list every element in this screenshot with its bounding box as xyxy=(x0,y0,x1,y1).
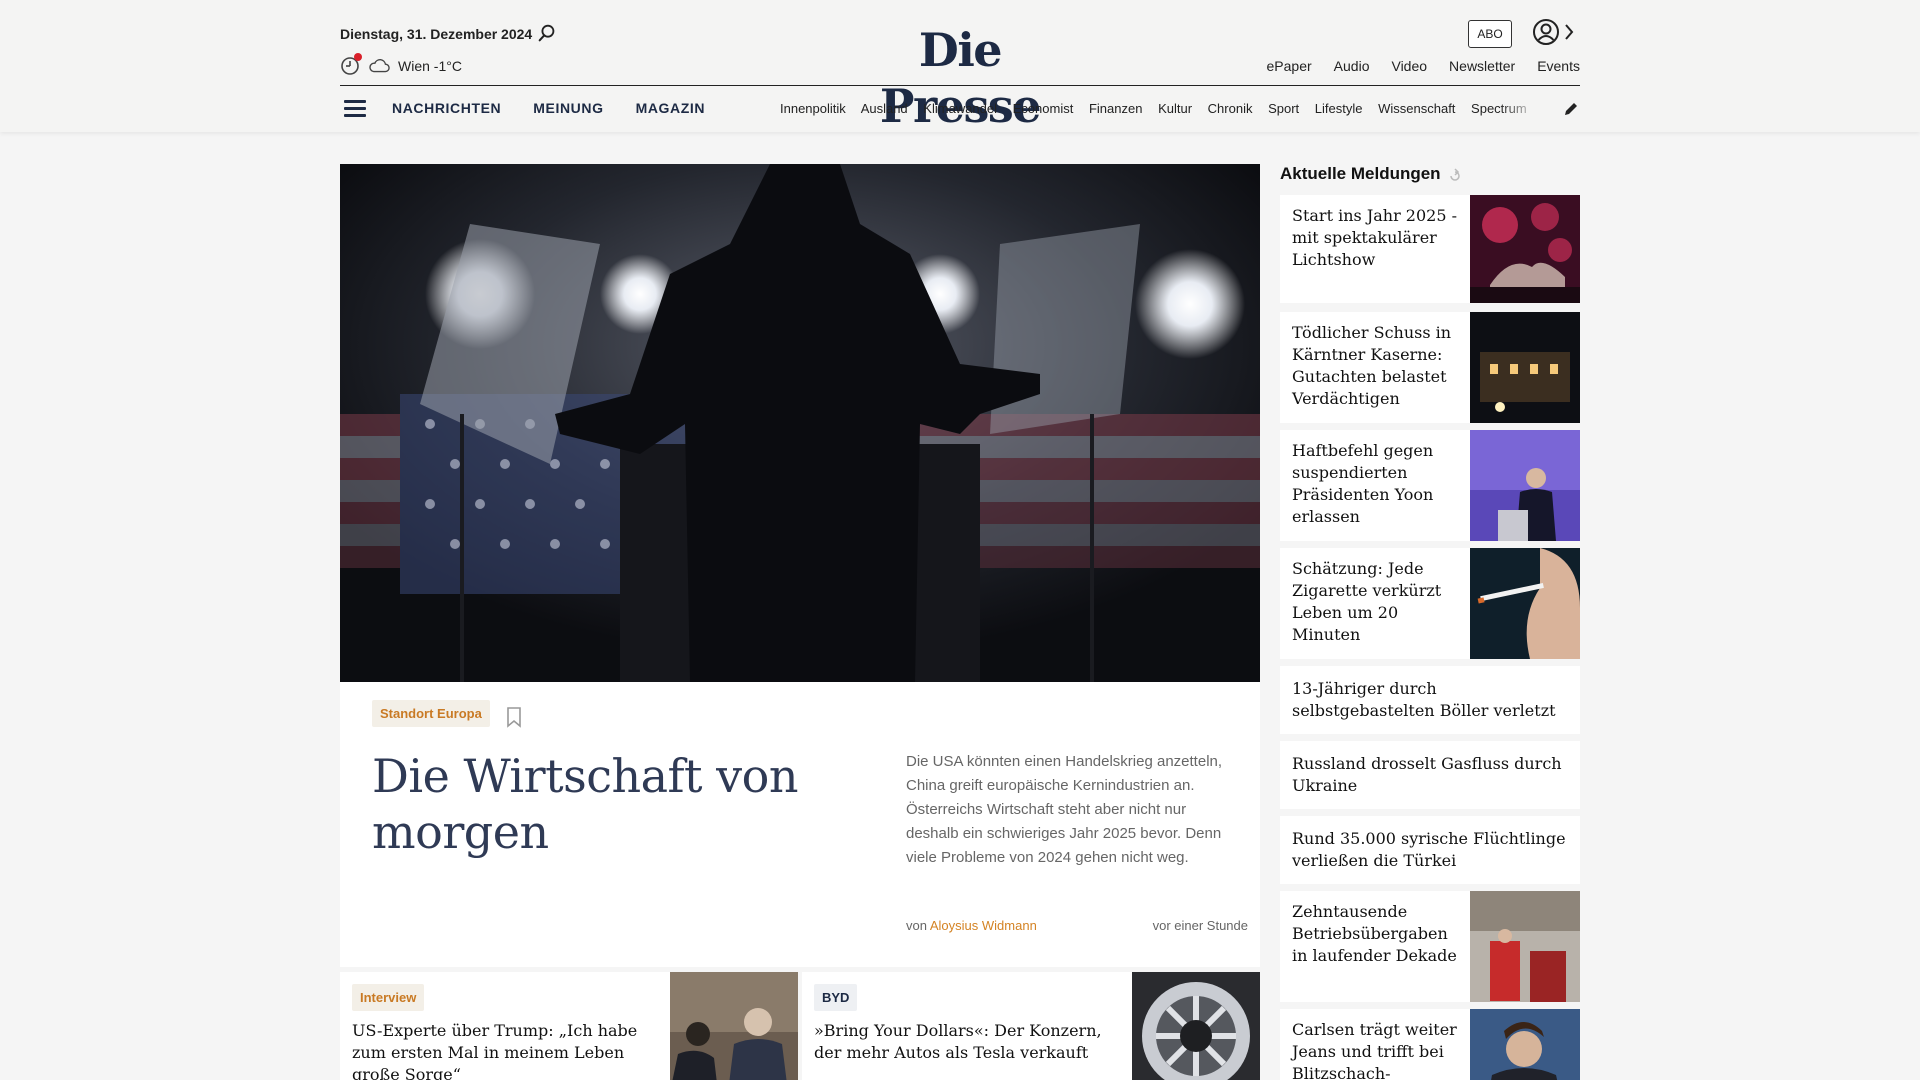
search-icon[interactable] xyxy=(536,22,558,44)
news-item-title[interactable]: Zehntausende Betriebsübergaben in laufen… xyxy=(1292,901,1460,967)
sidebar-title: Aktuelle Meldungen xyxy=(1280,164,1441,183)
site-header: Dienstag, 31. Dezember 2024 Wien -1°C Di… xyxy=(0,0,1920,134)
news-item-image[interactable] xyxy=(1470,195,1580,303)
subnav-sport[interactable]: Sport xyxy=(1268,101,1299,116)
subnav-wissenschaft[interactable]: Wissenschaft xyxy=(1378,101,1455,116)
news-item[interactable]: Schätzung: Jede Zigarette verkürzt Leben… xyxy=(1280,548,1580,659)
teaser-card[interactable]: BYD »Bring Your Dollars«: Der Konzern, d… xyxy=(802,972,1260,1080)
news-item[interactable]: Haftbefehl gegen suspendierten Präsident… xyxy=(1280,430,1580,541)
subnav-fade xyxy=(1500,96,1540,120)
news-item[interactable]: 13-Jähriger durch selbstgebastelten Böll… xyxy=(1280,666,1580,734)
teaser-tag[interactable]: Interview xyxy=(352,984,425,1011)
abo-button[interactable]: ABO xyxy=(1468,20,1512,48)
news-item-title[interactable]: Haftbefehl gegen suspendierten Präsident… xyxy=(1292,440,1460,528)
link-events[interactable]: Events xyxy=(1537,58,1580,74)
weather-widget[interactable]: Wien -1°C xyxy=(340,53,462,76)
news-item[interactable]: Zehntausende Betriebsübergaben in laufen… xyxy=(1280,891,1580,1002)
teaser-title[interactable]: »Bring Your Dollars«: Der Konzern, der m… xyxy=(814,1020,1124,1064)
sub-nav: Innenpolitik Ausland Klimawandel Economi… xyxy=(780,101,1540,116)
top-links: ePaper Audio Video Newsletter Events xyxy=(1267,58,1580,74)
subnav-finanzen[interactable]: Finanzen xyxy=(1089,101,1142,116)
cloud-icon xyxy=(369,59,390,73)
news-item-image[interactable] xyxy=(1470,430,1580,541)
news-item-title[interactable]: Schätzung: Jede Zigarette verkürzt Leben… xyxy=(1292,558,1460,646)
clock-icon xyxy=(340,53,362,76)
current-date: Dienstag, 31. Dezember 2024 xyxy=(340,26,533,42)
refresh-icon xyxy=(1450,168,1460,181)
teaser-tag[interactable]: BYD xyxy=(814,984,858,1011)
header-divider xyxy=(340,85,1580,86)
link-audio[interactable]: Audio xyxy=(1334,58,1370,74)
link-newsletter[interactable]: Newsletter xyxy=(1449,58,1515,74)
teaser-card[interactable]: Interview US-Experte über Trump: „Ich ha… xyxy=(340,972,798,1080)
news-item-title[interactable]: Russland drosselt Gasfluss durch Ukraine xyxy=(1292,753,1572,797)
link-epaper[interactable]: ePaper xyxy=(1267,58,1312,74)
notification-dot xyxy=(354,53,362,61)
teaser-image[interactable] xyxy=(670,972,798,1080)
nav-nachrichten[interactable]: NACHRICHTEN xyxy=(392,100,501,116)
subnav-kultur[interactable]: Kultur xyxy=(1158,101,1192,116)
subnav-klimawandel[interactable]: Klimawandel xyxy=(923,101,997,116)
teaser-title[interactable]: US-Experte über Trump: „Ich habe zum ers… xyxy=(352,1020,652,1080)
bookmark-icon[interactable] xyxy=(506,706,522,728)
teaser-image[interactable] xyxy=(1132,972,1260,1080)
news-item-title[interactable]: Rund 35.000 syrische Flüchtlinge verließ… xyxy=(1292,828,1572,872)
author-link[interactable]: Aloysius Widmann xyxy=(930,918,1037,933)
news-item-image[interactable] xyxy=(1470,548,1580,659)
news-item-image[interactable] xyxy=(1470,1009,1580,1080)
subnav-economist[interactable]: Economist xyxy=(1013,101,1074,116)
news-item-title[interactable]: 13-Jähriger durch selbstgebastelten Böll… xyxy=(1292,678,1572,722)
subnav-chronik[interactable]: Chronik xyxy=(1208,101,1253,116)
nav-magazin[interactable]: MAGAZIN xyxy=(636,100,706,116)
news-item[interactable]: Russland drosselt Gasfluss durch Ukraine xyxy=(1280,741,1580,809)
news-item-title[interactable]: Carlsen trägt weiter Jeans und trifft be… xyxy=(1292,1019,1460,1080)
hero-tag[interactable]: Standort Europa xyxy=(372,700,490,727)
news-item[interactable]: Carlsen trägt weiter Jeans und trifft be… xyxy=(1280,1009,1580,1080)
byline-prefix: von xyxy=(906,918,927,933)
news-item-title[interactable]: Start ins Jahr 2025 - mit spektakulärer … xyxy=(1292,205,1460,271)
news-item-image[interactable] xyxy=(1470,312,1580,423)
weather-text: Wien -1°C xyxy=(398,58,462,74)
news-item[interactable]: Start ins Jahr 2025 - mit spektakulärer … xyxy=(1280,195,1580,303)
header-inner: Dienstag, 31. Dezember 2024 Wien -1°C Di… xyxy=(340,0,1580,134)
link-video[interactable]: Video xyxy=(1391,58,1427,74)
main-nav: NACHRICHTEN MEINUNG MAGAZIN xyxy=(392,100,705,116)
site-logo[interactable]: Die Presse xyxy=(860,22,1060,134)
subnav-innenpolitik[interactable]: Innenpolitik xyxy=(780,101,846,116)
hero-image[interactable] xyxy=(340,164,1260,682)
menu-icon[interactable] xyxy=(344,100,366,118)
news-item[interactable]: Tödlicher Schuss in Kärntner Kaserne: Gu… xyxy=(1280,312,1580,423)
subnav-ausland[interactable]: Ausland xyxy=(861,101,908,116)
news-item[interactable]: Rund 35.000 syrische Flüchtlinge verließ… xyxy=(1280,816,1580,884)
subnav-lifestyle[interactable]: Lifestyle xyxy=(1315,101,1363,116)
hero-teaser: Die USA könnten einen Handelskrieg anzet… xyxy=(906,753,1223,866)
byline: von Aloysius Widmann xyxy=(906,918,1037,933)
news-item-title[interactable]: Tödlicher Schuss in Kärntner Kaserne: Gu… xyxy=(1292,322,1460,410)
hero-title[interactable]: Die Wirtschaft von morgen xyxy=(372,748,872,860)
edit-icon[interactable] xyxy=(1562,100,1580,118)
news-item-image[interactable] xyxy=(1470,891,1580,1002)
hero-card: Standort Europa Die Wirtschaft von morge… xyxy=(340,682,1260,967)
user-icon[interactable] xyxy=(1532,18,1560,46)
timestamp: vor einer Stunde xyxy=(1152,918,1248,933)
chevron-right-icon[interactable] xyxy=(1562,22,1576,42)
nav-meinung[interactable]: MEINUNG xyxy=(533,100,603,116)
